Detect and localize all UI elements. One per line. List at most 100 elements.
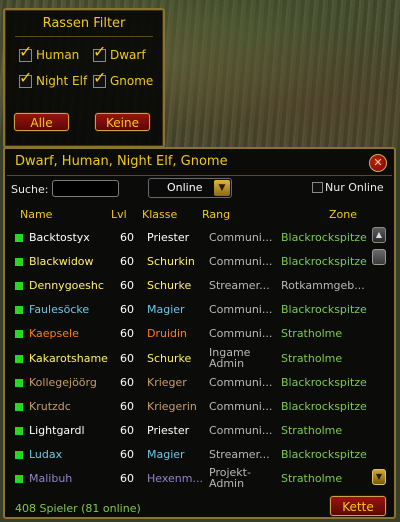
table-row[interactable]: Kollegejöörg 60 Krieger Communi... Blackrock… [13, 371, 371, 395]
player-rank: Communi... [209, 399, 273, 413]
race-checkbox-dwarf[interactable]: ✓ Dwarf [93, 43, 146, 64]
player-level: 60 [120, 279, 134, 293]
player-class: Priester [147, 423, 190, 437]
table-row[interactable]: Kaepsele 60 Druidin Communi... Stratholme [13, 322, 371, 346]
player-rank: Streamer... [209, 279, 270, 293]
checkbox-icon: ✓ [93, 69, 106, 88]
checkmark-icon: ✓ [19, 41, 33, 61]
chevron-up-icon: ▲ [375, 230, 383, 239]
player-rank: Communi... [209, 231, 273, 244]
player-level: 60 [120, 303, 134, 317]
player-class: Priester [147, 231, 190, 244]
player-name: Backtostyx [29, 231, 90, 244]
column-header-klasse[interactable]: Klasse [142, 208, 177, 221]
player-rank: Communi... [209, 423, 273, 437]
online-only-label: Nur Online [325, 181, 384, 194]
player-zone: Blackrockspitze [281, 375, 367, 389]
player-level: 60 [120, 399, 134, 413]
online-status-icon [15, 402, 23, 411]
search-label: Suche: [11, 183, 49, 196]
race-label: Dwarf [110, 48, 146, 62]
dropdown-selected-value: Online [167, 181, 203, 194]
select-none-button[interactable]: Keine [95, 113, 150, 131]
player-rank: Projekt- Admin [209, 467, 273, 489]
scrollbar-thumb[interactable] [372, 249, 386, 265]
scroll-up-button[interactable]: ▲ [372, 227, 386, 243]
checkmark-icon: ✓ [19, 67, 33, 87]
chain-button[interactable]: Kette [330, 496, 386, 516]
player-rank: Streamer... [209, 447, 270, 461]
player-name: Krutzdc [29, 399, 71, 413]
scroll-down-button[interactable]: ▼ [372, 469, 386, 485]
player-class: Schurkin [147, 255, 195, 269]
player-level: 60 [120, 447, 134, 461]
race-checkbox-night-elf[interactable]: ✓ Night Elf [19, 69, 88, 90]
column-header-lvl[interactable]: Lvl [111, 208, 127, 221]
race-checkbox-gnome[interactable]: ✓ Gnome [93, 69, 154, 90]
table-row[interactable]: Ludax 60 Magier Streamer... Blackrockspitze [13, 443, 371, 467]
race-filter-title: Rassen Filter [42, 16, 126, 31]
player-list-panel: Dwarf, Human, Night Elf, Gnome ✕ Suche: … [3, 147, 396, 519]
column-header-name[interactable]: Name [20, 208, 52, 221]
search-input[interactable] [52, 180, 119, 197]
online-status-icon [15, 354, 23, 363]
player-name: Malibuh [29, 472, 73, 485]
race-filter-panel: Rassen Filter ✓ Human ✓ Dwarf ✓ Night El… [3, 8, 165, 148]
player-zone: Stratholme [281, 327, 343, 341]
status-dropdown[interactable]: Online ▼ [148, 178, 232, 198]
column-header-rang[interactable]: Rang [202, 208, 230, 221]
table-row[interactable]: Dennygoeshc 60 Schurke Streamer... Rotkammge… [13, 274, 371, 298]
player-level: 60 [120, 375, 134, 389]
player-name: Lightgardl [29, 423, 85, 437]
table-row[interactable]: Blackwidow 60 Schurkin Communi... Blackrocks… [13, 250, 371, 274]
online-status-icon [15, 450, 23, 459]
player-zone: Blackrockspitze [281, 255, 367, 269]
online-status-icon [15, 282, 23, 291]
race-checkbox-human[interactable]: ✓ Human [19, 43, 79, 64]
player-zone: Stratholme [281, 351, 343, 365]
player-name: Kaepsele [29, 327, 79, 341]
race-label: Night Elf [36, 74, 88, 88]
player-rank: Communi... [209, 375, 273, 389]
chevron-down-icon[interactable]: ▼ [214, 180, 230, 196]
player-zone: Blackrockspitze [281, 447, 367, 461]
player-class: Kriegerin [147, 399, 197, 413]
checkbox-icon: ✓ [19, 69, 32, 88]
table-row[interactable]: Kakarotshame 60 Schurke Ingame Admin Strathol… [13, 347, 371, 371]
player-name: Kollegejöörg [29, 375, 97, 389]
player-name: Dennygoeshc [29, 279, 104, 293]
player-level: 60 [120, 351, 134, 365]
player-class: Druidin [147, 327, 188, 341]
checkbox-icon: ✓ [19, 43, 32, 62]
panel-title: Dwarf, Human, Night Elf, Gnome [15, 154, 228, 169]
table-row[interactable]: Malibuh 60 Hexenm... Projekt- Admin Stratholm… [13, 467, 371, 491]
online-status-icon [15, 426, 23, 435]
player-rank-line: Admin [209, 356, 245, 369]
close-button[interactable]: ✕ [369, 154, 387, 172]
divider [7, 175, 392, 176]
table-row[interactable]: Krutzdc 60 Kriegerin Communi... Blackrockspi… [13, 395, 371, 419]
checkbox-icon: ✓ [93, 43, 106, 62]
race-label: Gnome [110, 74, 154, 88]
player-level: 60 [120, 423, 134, 437]
player-zone: Stratholme [281, 472, 343, 485]
player-zone: Blackrockspitze [281, 303, 367, 317]
player-rank-line: Admin [209, 477, 245, 489]
select-all-button[interactable]: Alle [14, 113, 69, 131]
player-zone: Blackrockspitze [281, 231, 367, 244]
column-header-zone[interactable]: Zone [329, 208, 357, 221]
player-class: Schurke [147, 351, 192, 365]
player-class: Magier [147, 447, 185, 461]
table-row[interactable]: Backtostyx 60 Priester Communi... Blackrocks… [13, 226, 371, 250]
player-class: Schurke [147, 279, 192, 293]
player-level: 60 [120, 255, 134, 269]
player-rank: Communi... [209, 303, 273, 317]
table-row[interactable]: Faulesöcke 60 Magier Communi... Blackrockspi… [13, 298, 371, 322]
table-row[interactable]: Lightgardl 60 Priester Communi... Stratholme [13, 419, 371, 443]
player-name: Ludax [29, 447, 63, 461]
player-name: Kakarotshame [29, 351, 108, 365]
close-icon: ✕ [373, 156, 383, 169]
online-only-checkbox[interactable]: Nur Online [312, 181, 384, 194]
checkmark-icon: ✓ [93, 67, 107, 87]
online-status-icon [15, 378, 23, 387]
